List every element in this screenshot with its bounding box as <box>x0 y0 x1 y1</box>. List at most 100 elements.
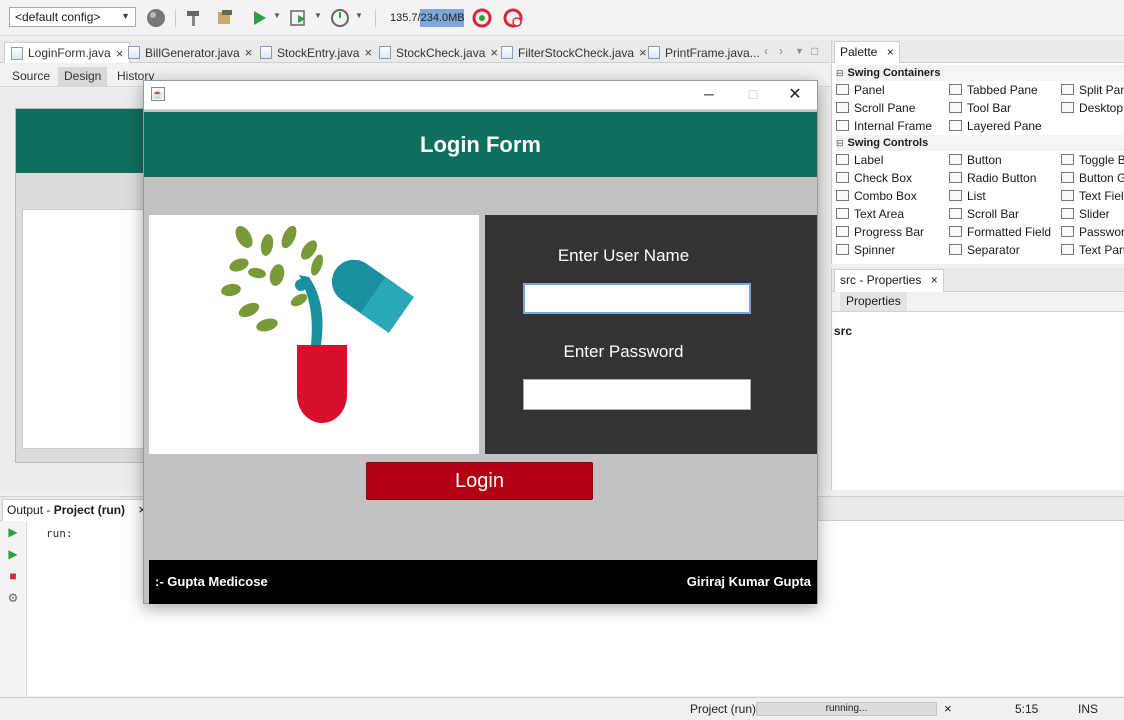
footer-author: Giriraj Kumar Gupta <box>686 574 811 589</box>
desktop-pane-icon <box>1061 102 1074 113</box>
palette-item[interactable]: Split Pane <box>1061 81 1124 99</box>
check-box-icon <box>836 172 849 183</box>
palette-item[interactable]: Internal Frame <box>836 117 946 135</box>
tab-billgenerator[interactable]: BillGenerator.java × <box>122 42 258 63</box>
button-group-icon <box>1061 172 1074 183</box>
tab-label: FilterStockCheck.java <box>518 45 635 60</box>
chevron-down-icon: ▼ <box>121 11 130 21</box>
palette-item[interactable]: Toggle Bu <box>1061 151 1124 169</box>
username-input[interactable] <box>523 283 751 314</box>
properties-panel: src - Properties × Properties src <box>831 268 1124 490</box>
tab-printframe[interactable]: PrintFrame.java... <box>642 42 766 63</box>
palette-item[interactable]: Tool Bar <box>949 99 1059 117</box>
profile-dropdown-icon[interactable]: ▼ <box>355 11 363 20</box>
profile-icon[interactable] <box>329 7 351 29</box>
palette-category-swing-containers[interactable]: Swing Containers <box>836 65 1124 81</box>
status-insert-mode: INS <box>1078 702 1099 716</box>
palette-item[interactable]: Button Gr <box>1061 169 1124 187</box>
run-dropdown-icon[interactable]: ▼ <box>273 11 281 20</box>
debug-icon[interactable] <box>288 7 310 29</box>
debug-dropdown-icon[interactable]: ▼ <box>314 11 322 20</box>
palette-item[interactable]: Tabbed Pane <box>949 81 1059 99</box>
chevron-right-icon[interactable]: › <box>779 44 783 58</box>
clean-build-icon[interactable] <box>215 7 237 29</box>
properties-tab-label: src - Properties <box>840 273 922 287</box>
password-input[interactable] <box>523 379 751 410</box>
close-icon[interactable]: × <box>931 273 938 287</box>
palette-item[interactable]: Combo Box <box>836 187 946 205</box>
login-panel: Enter User Name Enter Password <box>485 215 817 454</box>
palette-item[interactable]: Desktop P <box>1061 99 1124 117</box>
stop-icon[interactable]: ■ <box>6 569 20 583</box>
login-form-window: ☕ ─ □ ✕ Login Form Enter User Name Enter… <box>143 80 818 604</box>
palette-item[interactable]: Text Field <box>1061 187 1124 205</box>
settings-icon[interactable]: ⚙ <box>6 591 20 605</box>
palette-item[interactable]: Text Area <box>836 205 946 223</box>
hammer-icon[interactable] <box>183 7 205 29</box>
palette-tab-bar: Palette × <box>832 40 1124 63</box>
window-titlebar[interactable]: ☕ ─ □ ✕ <box>144 81 817 110</box>
close-icon[interactable]: × <box>245 45 253 60</box>
palette-item[interactable]: Panel <box>836 81 946 99</box>
gc-stop-icon[interactable] <box>502 7 524 29</box>
tab-stockcheck[interactable]: StockCheck.java × <box>373 42 504 63</box>
palette-item[interactable]: Formatted Field <box>949 223 1059 241</box>
tab-source[interactable]: Source <box>6 67 56 86</box>
tab-filterstockcheck[interactable]: FilterStockCheck.java × <box>495 42 653 63</box>
config-dropdown[interactable]: <default config> ▼ <box>9 7 136 27</box>
chevron-left-icon[interactable]: ‹ <box>764 44 768 58</box>
tab-output[interactable]: Output - Project (run) × <box>2 499 151 521</box>
palette-item[interactable]: Layered Pane <box>949 117 1059 135</box>
close-icon[interactable]: × <box>944 701 952 716</box>
java-app-icon: ☕ <box>151 87 165 101</box>
tab-loginform[interactable]: LoginForm.java × <box>4 42 131 63</box>
palette-item[interactable]: Label <box>836 151 946 169</box>
status-caret-position: 5:15 <box>1015 702 1039 716</box>
globe-icon[interactable] <box>145 7 167 29</box>
palette-category-swing-controls[interactable]: Swing Controls <box>836 135 1124 151</box>
palette-item[interactable]: Check Box <box>836 169 946 187</box>
maximize-icon[interactable]: □ <box>811 44 818 58</box>
palette-item[interactable]: Scroll Bar <box>949 205 1059 223</box>
run-icon[interactable] <box>248 7 270 29</box>
palette-item[interactable]: Separator <box>949 241 1059 259</box>
text-pane-icon <box>1061 244 1074 255</box>
status-project[interactable]: Project (run) <box>690 702 756 716</box>
internal-frame-icon <box>836 120 849 131</box>
palette-item[interactable]: Password <box>1061 223 1124 241</box>
tab-properties[interactable]: src - Properties × <box>834 269 944 292</box>
palette-item[interactable]: Button <box>949 151 1059 169</box>
close-icon[interactable]: ✕ <box>773 81 817 110</box>
palette-item[interactable]: Progress Bar <box>836 223 946 241</box>
minimize-icon[interactable]: ─ <box>687 81 731 110</box>
ide-toolbar: <default config> ▼ ▼ ▼ ▼ 135.7/234.0MB <box>0 0 1124 36</box>
close-icon[interactable]: × <box>364 45 372 60</box>
rerun-with-options-icon[interactable]: ▶ <box>6 547 20 561</box>
combo-box-icon <box>836 190 849 201</box>
close-icon[interactable]: × <box>887 45 894 59</box>
tab-design[interactable]: Design <box>58 67 108 86</box>
list-icon <box>949 190 962 201</box>
status-progress-bar[interactable]: running... <box>756 702 937 716</box>
output-text: run: <box>46 527 73 540</box>
palette-item[interactable]: Radio Button <box>949 169 1059 187</box>
logo-image-panel <box>149 215 479 454</box>
tab-properties-sheet[interactable]: Properties <box>840 292 907 311</box>
palette-item[interactable]: List <box>949 187 1059 205</box>
properties-tab-bar: src - Properties × <box>832 268 1124 292</box>
palette-item[interactable]: Scroll Pane <box>836 99 946 117</box>
maximize-icon: □ <box>748 86 758 102</box>
gc-icon[interactable] <box>471 7 493 29</box>
memory-indicator[interactable]: 135.7/234.0MB <box>389 9 465 27</box>
tab-palette[interactable]: Palette × <box>834 41 900 63</box>
tab-stockentry[interactable]: StockEntry.java × <box>254 42 378 63</box>
design-form-preview <box>15 108 150 463</box>
memory-text: 135.7/234.0MB <box>390 12 465 24</box>
panel-icon <box>836 84 849 95</box>
chevron-down-icon[interactable]: ▼ <box>795 46 804 56</box>
palette-item[interactable]: Slider <box>1061 205 1124 223</box>
login-button[interactable]: Login <box>366 462 593 500</box>
palette-item[interactable]: Text Pane <box>1061 241 1124 259</box>
palette-item[interactable]: Spinner <box>836 241 946 259</box>
rerun-icon[interactable]: ▶ <box>6 525 20 539</box>
